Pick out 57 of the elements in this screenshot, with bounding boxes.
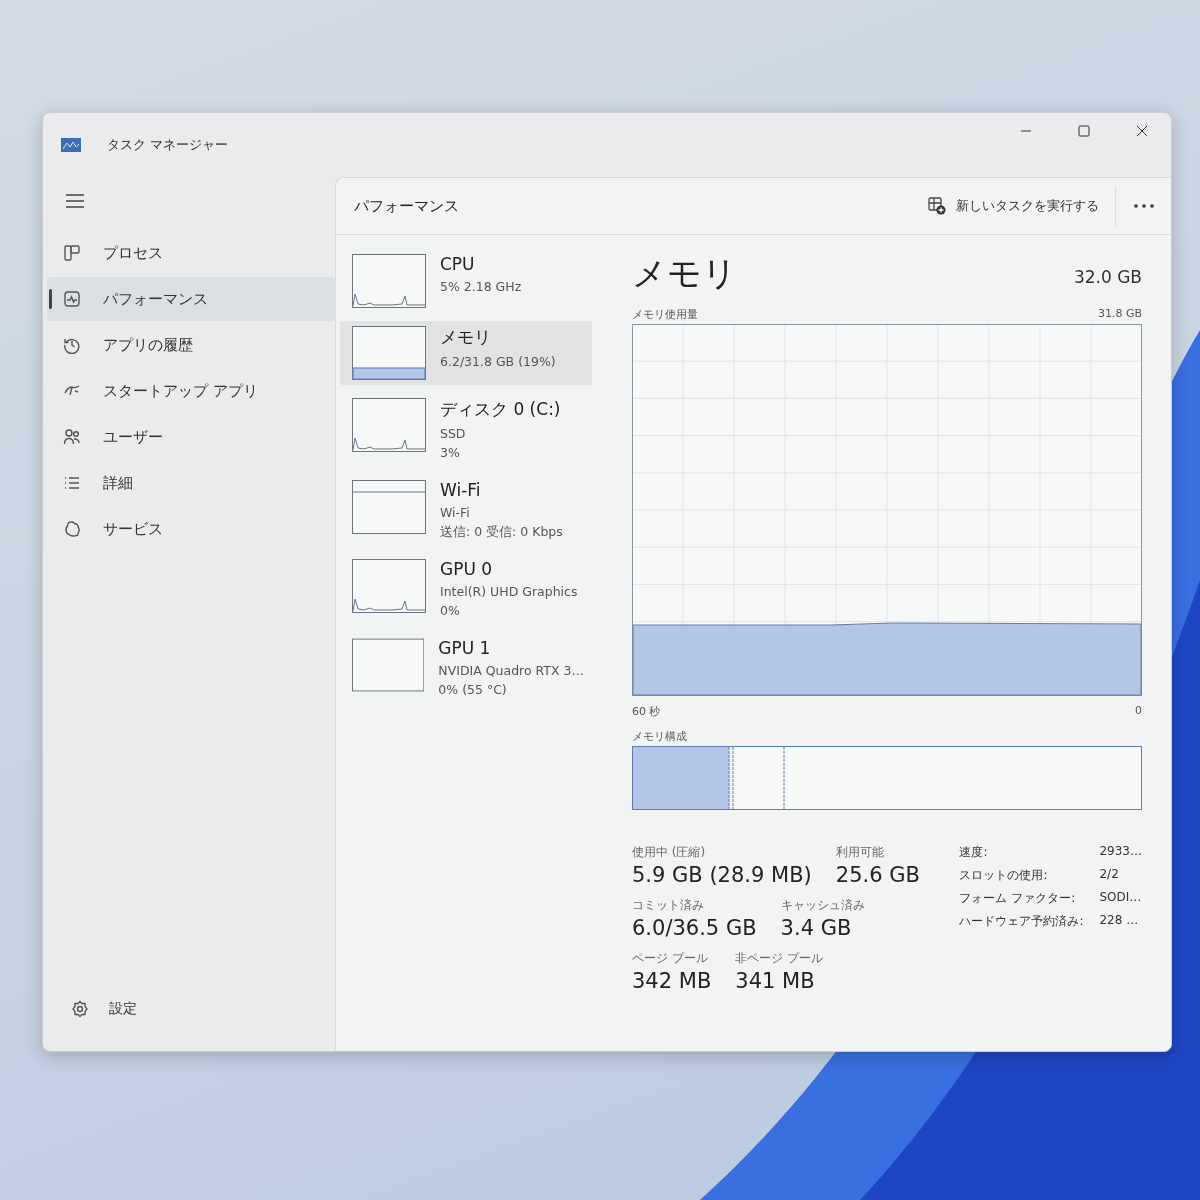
stat-value: 341 MB <box>735 969 816 993</box>
graph-label: メモリ使用量 <box>632 307 698 322</box>
settings-button[interactable]: 設定 <box>47 987 335 1031</box>
composition-label: メモリ構成 <box>632 729 687 744</box>
app-icon <box>61 138 81 152</box>
close-icon <box>1136 125 1148 137</box>
spec-label: スロットの使用: <box>959 867 1049 884</box>
device-item[interactable]: CPU 5% 2.18 GHz <box>340 249 592 313</box>
stat-value: 342 MB <box>632 969 712 993</box>
nav-icon <box>63 520 81 538</box>
stat-label: 使用中 (圧縮) <box>632 844 707 861</box>
time-axis-start: 60 秒 <box>632 704 661 719</box>
sidebar-item[interactable]: スタートアップ アプリ <box>47 369 335 413</box>
spec-value: SODI… <box>1099 890 1142 906</box>
maximize-icon <box>1078 125 1090 137</box>
window-title: タスク マネージャー <box>107 136 229 154</box>
page-title: パフォーマンス <box>354 196 459 216</box>
stat-label: 非ページ プール <box>735 950 824 967</box>
stat-label: キャッシュ済み <box>780 897 865 914</box>
stat-label: ページ プール <box>632 950 709 967</box>
nav-icon <box>63 474 81 492</box>
settings-icon <box>71 1000 89 1018</box>
stat-value: 3.4 GB <box>780 916 853 940</box>
sidebar-item[interactable]: サービス <box>47 507 335 551</box>
new-task-icon <box>928 197 946 215</box>
device-item[interactable]: GPU 0 Intel(R) UHD Graphics 0% <box>340 554 592 625</box>
sidebar-item[interactable]: プロセス <box>47 231 335 275</box>
nav-icon <box>63 244 81 262</box>
spec-label: フォーム ファクター: <box>959 890 1077 907</box>
sidebar-item[interactable]: アプリの履歴 <box>47 323 335 367</box>
nav-icon <box>63 428 81 446</box>
stat-value: 6.0/36.5 GB <box>632 916 757 940</box>
device-item[interactable]: メモリ 6.2/31.8 GB (19%) <box>340 321 592 385</box>
stat-value: 25.6 GB <box>835 863 920 887</box>
device-item[interactable]: ディスク 0 (C:) SSD 3% <box>340 393 592 467</box>
sidebar-item[interactable]: パフォーマンス <box>47 277 335 321</box>
device-item[interactable]: Wi-Fi Wi-Fi 送信: 0 受信: 0 Kbps <box>340 475 592 546</box>
menu-icon <box>66 194 84 208</box>
spec-value: 2/2 <box>1099 867 1120 883</box>
sidebar-item[interactable]: 詳細 <box>47 461 335 505</box>
sidebar-item[interactable]: ユーザー <box>47 415 335 459</box>
spec-value: 2933… <box>1099 844 1142 860</box>
graph-max-label: 31.8 GB <box>1097 307 1142 322</box>
stat-value: 5.9 GB (28.9 MB) <box>632 863 812 887</box>
spec-value: 228 … <box>1099 913 1140 929</box>
detail-title: メモリ <box>632 252 737 295</box>
stat-label: 利用可能 <box>835 844 885 861</box>
more-icon <box>1134 204 1154 208</box>
device-item[interactable]: GPU 1 NVIDIA Quadro RTX 3… 0% (55 °C) <box>340 633 592 704</box>
total-memory: 32.0 GB <box>1073 267 1142 287</box>
run-new-task-button[interactable]: 新しいタスクを実行する <box>912 186 1116 226</box>
stat-label: コミット済み <box>632 897 705 914</box>
nav-icon <box>63 336 81 354</box>
nav-icon <box>63 290 81 308</box>
spec-label: 速度: <box>959 844 989 861</box>
spec-label: ハードウェア予約済み: <box>959 913 1084 930</box>
time-axis-end: 0 <box>1135 704 1142 719</box>
